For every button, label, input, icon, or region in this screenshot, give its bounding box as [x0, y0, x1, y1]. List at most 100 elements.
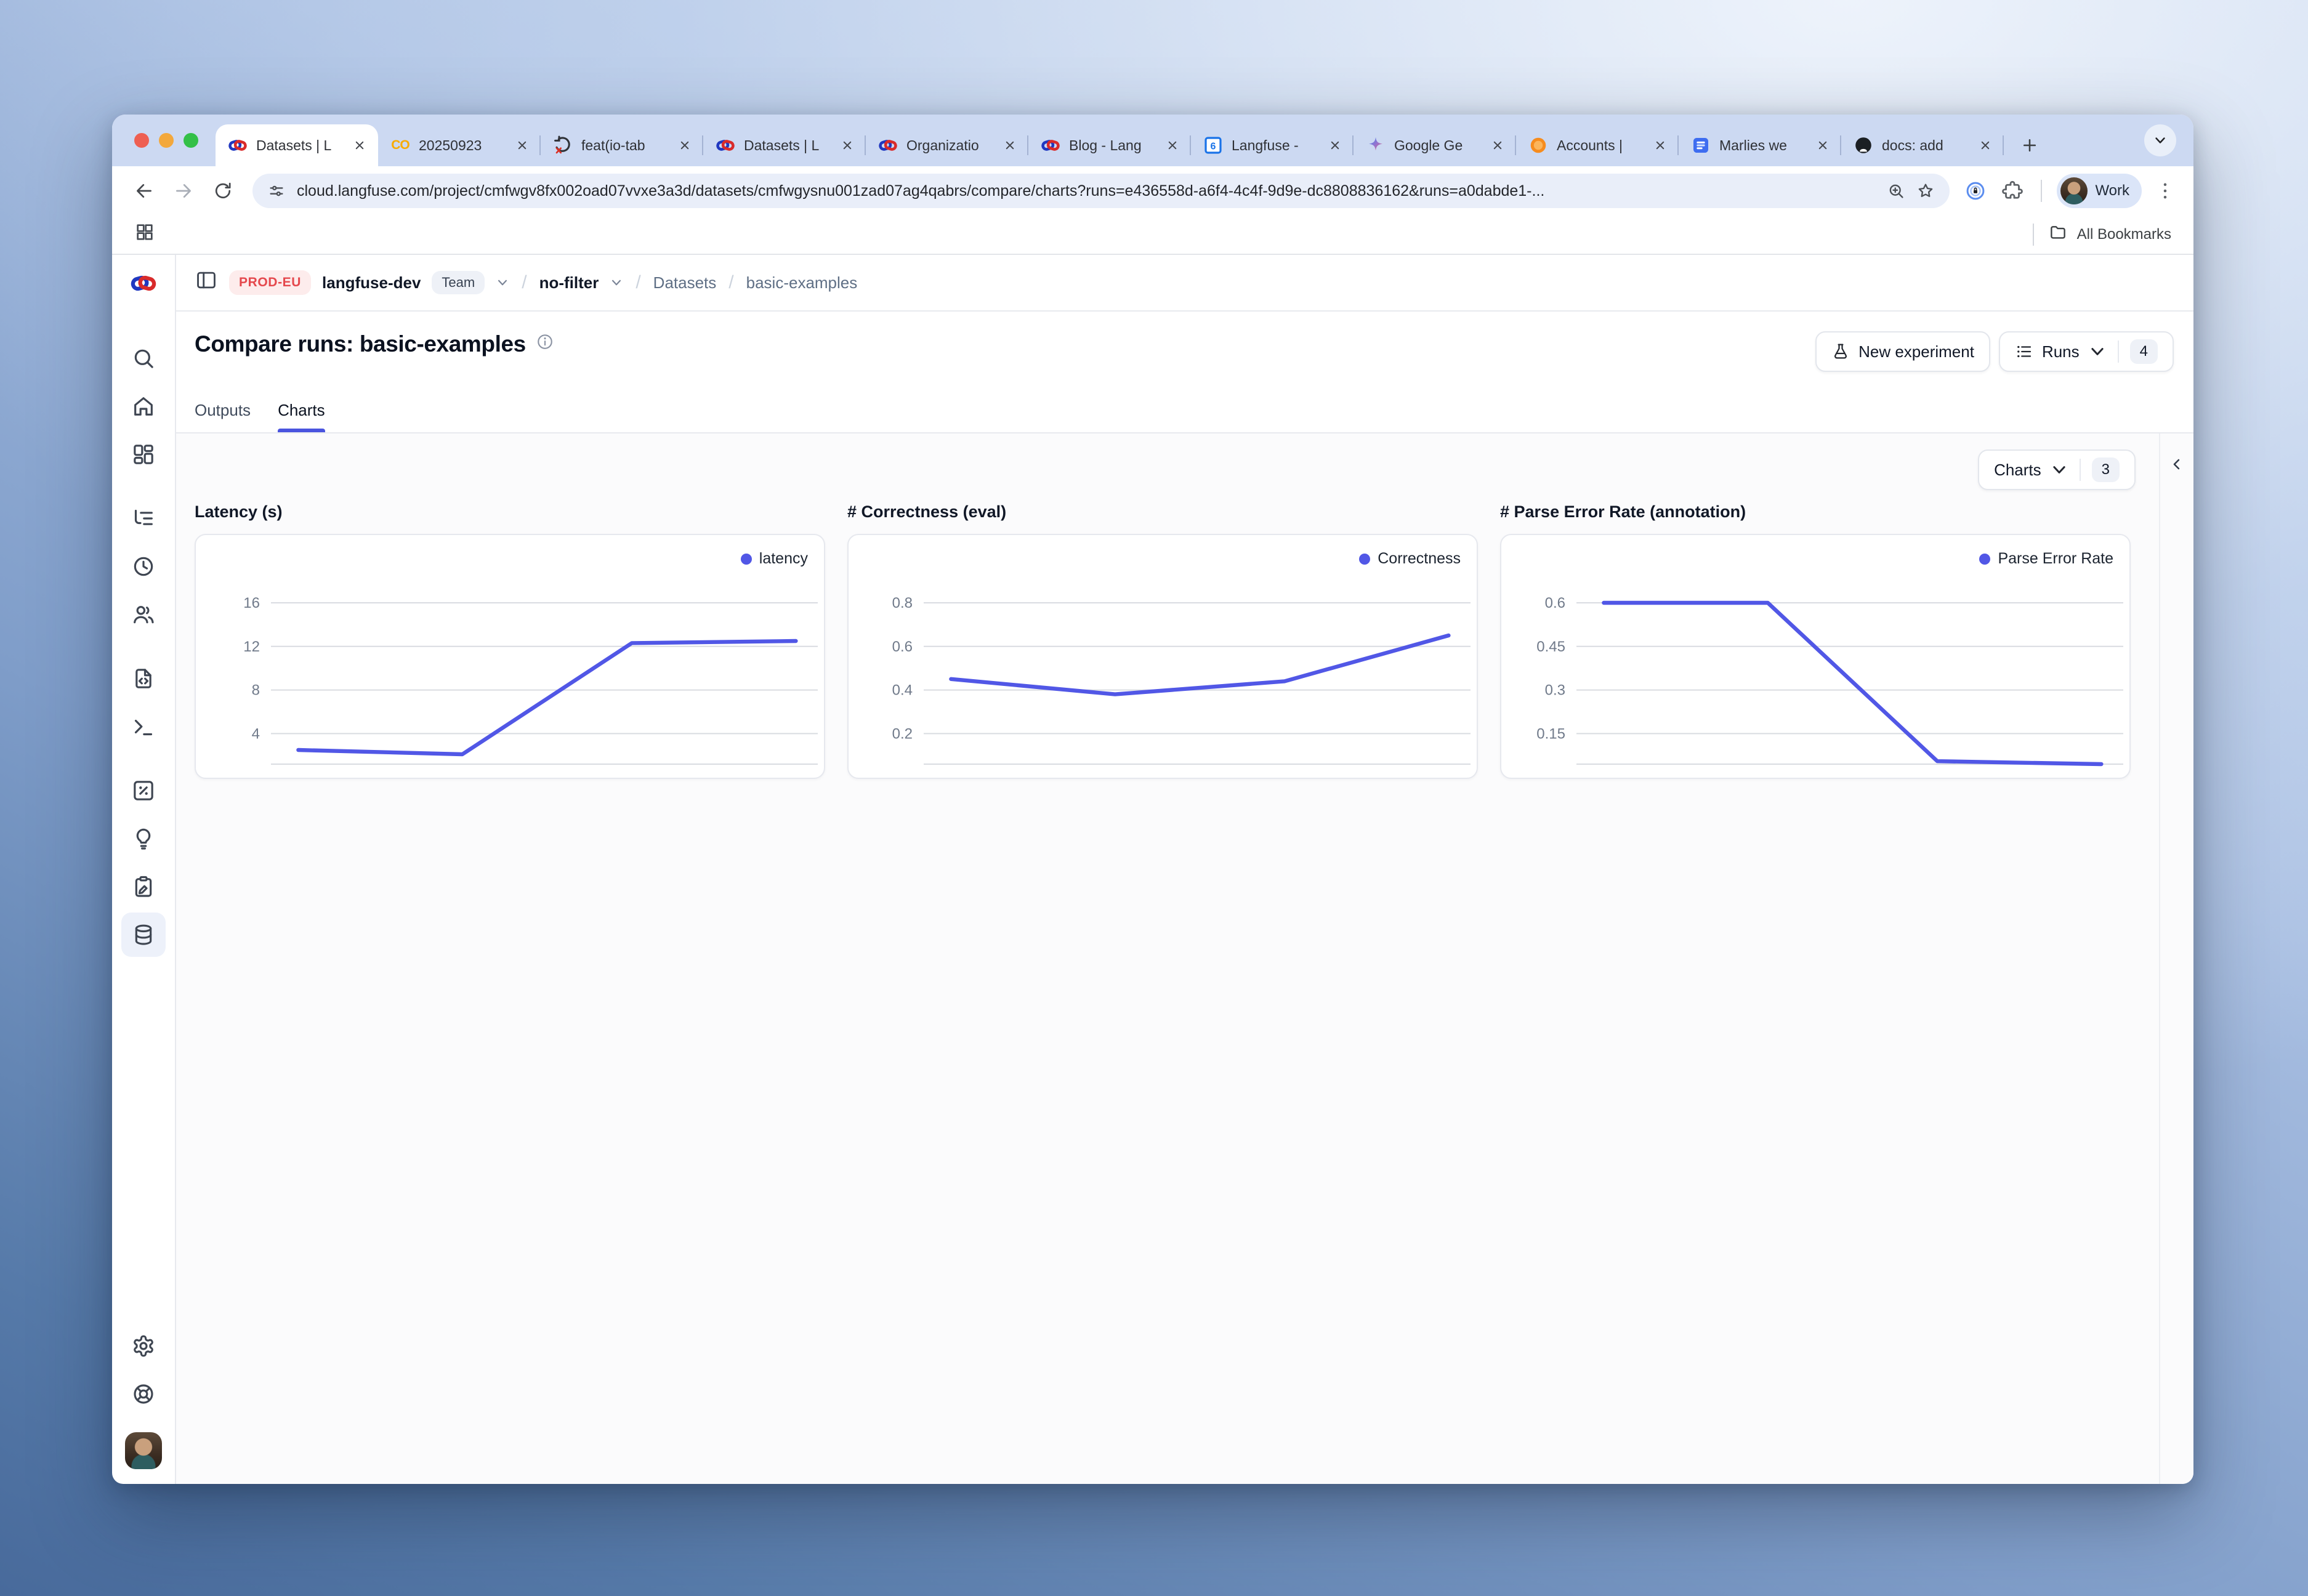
tab-close-icon[interactable]	[512, 135, 532, 155]
browser-tabs: Datasets | LCO20250923feat(io-tabDataset…	[216, 115, 2004, 166]
sidebar-item-home[interactable]	[121, 384, 166, 429]
new-experiment-label: New experiment	[1858, 342, 1974, 361]
bookmarks-divider	[2033, 224, 2034, 246]
chart-legend: Correctness	[1359, 550, 1461, 568]
tab-close-icon[interactable]	[1325, 135, 1345, 155]
site-info-icon[interactable]	[267, 182, 286, 200]
browser-tab-11[interactable]: docs: add	[1841, 124, 2004, 166]
browser-tab-5[interactable]: Organizatio	[866, 124, 1028, 166]
forward-button[interactable]	[166, 174, 201, 208]
apps-grid-icon[interactable]	[134, 222, 155, 248]
window-zoom-button[interactable]	[184, 133, 198, 148]
new-experiment-button[interactable]: New experiment	[1815, 331, 1990, 372]
organization-name[interactable]: langfuse-dev	[322, 273, 421, 292]
sidebar-item-settings[interactable]	[121, 1324, 166, 1368]
browser-tab-2[interactable]: CO20250923	[378, 124, 541, 166]
browser-tab-3[interactable]: feat(io-tab	[541, 124, 703, 166]
reload-button[interactable]	[206, 174, 240, 208]
tab-close-icon[interactable]	[1813, 135, 1833, 155]
sidebar-item-prompts[interactable]	[121, 656, 166, 701]
sidebar-item-datasets[interactable]	[121, 913, 166, 957]
sidebar-item-users[interactable]	[121, 592, 166, 637]
new-tab-button[interactable]	[2014, 129, 2046, 161]
svg-text:6: 6	[1211, 141, 1216, 151]
sidebar-item-playground[interactable]	[121, 704, 166, 749]
sidebar-item-insights[interactable]	[121, 816, 166, 861]
window-minimize-button[interactable]	[159, 133, 174, 148]
sidebar-item-search[interactable]	[121, 336, 166, 381]
user-avatar[interactable]	[125, 1432, 162, 1469]
back-button[interactable]	[127, 174, 161, 208]
browser-tab-1[interactable]: Datasets | L	[216, 124, 378, 166]
charts-selector-button[interactable]: Charts 3	[1978, 449, 2136, 490]
sidebar-item-evaluation[interactable]	[121, 768, 166, 813]
browser-tab-4[interactable]: Datasets | L	[703, 124, 866, 166]
sidebar-item-sessions[interactable]	[121, 544, 166, 589]
breadcrumb-dataset-name[interactable]: basic-examples	[746, 273, 858, 292]
sidebar-item-dashboards[interactable]	[121, 432, 166, 477]
chart-card: 161284latency	[195, 534, 825, 779]
svg-text:8: 8	[252, 682, 260, 699]
tab-charts[interactable]: Charts	[278, 401, 325, 432]
tab-close-icon[interactable]	[1163, 135, 1182, 155]
page-title: Compare runs: basic-examples	[195, 331, 526, 357]
zoom-icon[interactable]	[1887, 182, 1905, 200]
colab-favicon: CO	[390, 135, 410, 155]
bookmark-star-icon[interactable]	[1916, 182, 1935, 200]
browser-tab-8[interactable]: Google Ge	[1354, 124, 1516, 166]
tab-close-icon[interactable]	[1488, 135, 1507, 155]
svg-text:0.6: 0.6	[892, 639, 913, 655]
sidebar-item-support[interactable]	[121, 1372, 166, 1416]
browser-tab-6[interactable]: Blog - Lang	[1028, 124, 1191, 166]
tab-search-button[interactable]	[2144, 124, 2176, 156]
privacy-extension-icon[interactable]	[1962, 177, 1989, 204]
charts-count-badge: 3	[2092, 457, 2120, 482]
all-bookmarks[interactable]: All Bookmarks	[2028, 223, 2171, 246]
org-role-badge[interactable]: Team	[432, 271, 485, 294]
sidebar-toggle-icon[interactable]	[195, 268, 218, 297]
project-name[interactable]: no-filter	[539, 273, 599, 292]
browser-tab-9[interactable]: Accounts |	[1516, 124, 1679, 166]
accounts-favicon	[1528, 135, 1548, 155]
legend-label: latency	[759, 550, 808, 568]
browser-tab-7[interactable]: 6Langfuse -	[1191, 124, 1354, 166]
sidebar-item-annotation-queues[interactable]	[121, 864, 166, 909]
toolbar-divider	[2041, 180, 2042, 202]
tab-outputs[interactable]: Outputs	[195, 401, 251, 432]
tab-title: Accounts |	[1557, 137, 1642, 154]
pr-favicon	[553, 135, 573, 155]
tab-close-icon[interactable]	[675, 135, 695, 155]
breadcrumb-separator: /	[727, 272, 735, 293]
svg-text:0.4: 0.4	[892, 682, 913, 699]
chevron-left-icon[interactable]	[2168, 433, 2185, 1484]
svg-text:12: 12	[243, 639, 260, 655]
runs-selector-button[interactable]: Runs 4	[1999, 331, 2174, 372]
tab-close-icon[interactable]	[350, 135, 369, 155]
browser-tab-10[interactable]: Marlies we	[1679, 124, 1841, 166]
charts-panel: Charts 3 Latency (s)161284latency# Corre…	[176, 433, 2193, 1484]
browser-profile-chip[interactable]: Work	[2057, 174, 2142, 208]
chevron-down-icon[interactable]	[610, 276, 623, 289]
window-close-button[interactable]	[134, 133, 149, 148]
button-divider	[2080, 459, 2081, 481]
langfuse-logo[interactable]	[112, 255, 175, 312]
breadcrumb-datasets[interactable]: Datasets	[653, 273, 717, 292]
sidebar-item-tracing[interactable]	[121, 496, 166, 541]
tab-close-icon[interactable]	[1975, 135, 1995, 155]
chevron-down-icon[interactable]	[496, 276, 509, 289]
tab-close-icon[interactable]	[1000, 135, 1020, 155]
info-icon[interactable]	[536, 332, 554, 356]
runs-label: Runs	[2042, 342, 2080, 361]
extensions-area: Work	[1962, 174, 2179, 208]
chart-3: # Parse Error Rate (annotation)0.60.450.…	[1500, 502, 2131, 779]
extensions-puzzle-icon[interactable]	[1999, 177, 2026, 204]
environment-badge[interactable]: PROD-EU	[229, 270, 311, 295]
tab-close-icon[interactable]	[1650, 135, 1670, 155]
address-bar[interactable]: cloud.langfuse.com/project/cmfwgv8fx002o…	[252, 174, 1950, 208]
svg-text:0.45: 0.45	[1536, 639, 1565, 655]
tab-close-icon[interactable]	[837, 135, 857, 155]
chart-legend: Parse Error Rate	[1979, 550, 2113, 568]
langfuse-favicon	[878, 135, 898, 155]
folder-icon	[2049, 223, 2067, 246]
browser-menu-icon[interactable]	[2152, 177, 2179, 204]
